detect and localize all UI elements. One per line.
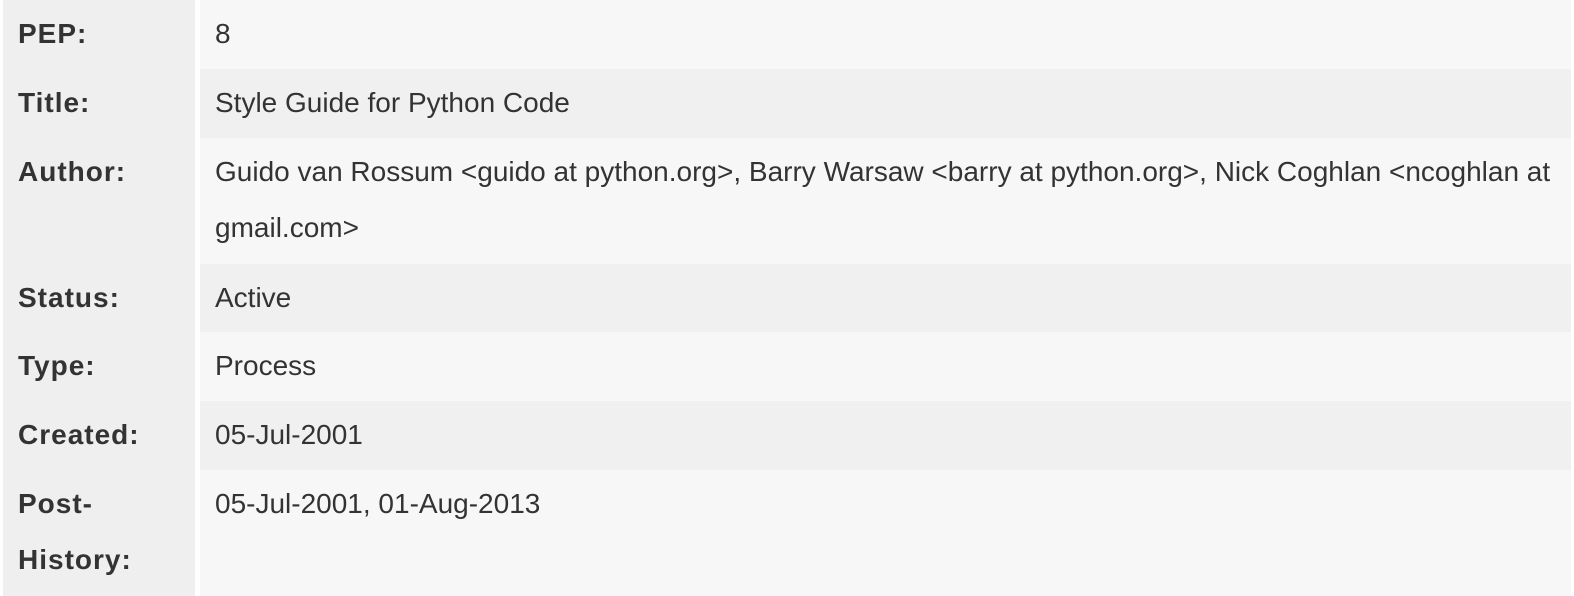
field-label-author: Author: [3,137,200,264]
field-value-pep: 8 [200,0,1571,69]
field-value-created: 05-Jul-2001 [200,401,1571,471]
pep-header-table: PEP: 8 Title: Style Guide for Python Cod… [3,0,1571,596]
table-row-type: Type: Process [3,332,1571,402]
field-label-type: Type: [3,332,200,402]
field-value-status: Active [200,263,1571,333]
field-value-post-history: 05-Jul-2001, 01-Aug-2013 [200,470,1571,596]
field-value-type: Process [200,332,1571,402]
table-row-pep: PEP: 8 [3,0,1571,69]
table-row-title: Title: Style Guide for Python Code [3,68,1571,138]
field-value-title: Style Guide for Python Code [200,68,1571,138]
field-label-title: Title: [3,68,200,138]
table-row-created: Created: 05-Jul-2001 [3,401,1571,471]
field-label-pep: PEP: [3,0,200,69]
table-row-status: Status: Active [3,263,1571,333]
field-value-author: Guido van Rossum <guido at python.org>, … [200,137,1571,264]
field-label-created: Created: [3,401,200,471]
field-label-post-history: Post-History: [3,470,200,596]
table-row-author: Author: Guido van Rossum <guido at pytho… [3,137,1571,264]
table-row-post-history: Post-History: 05-Jul-2001, 01-Aug-2013 [3,470,1571,596]
field-label-status: Status: [3,263,200,333]
